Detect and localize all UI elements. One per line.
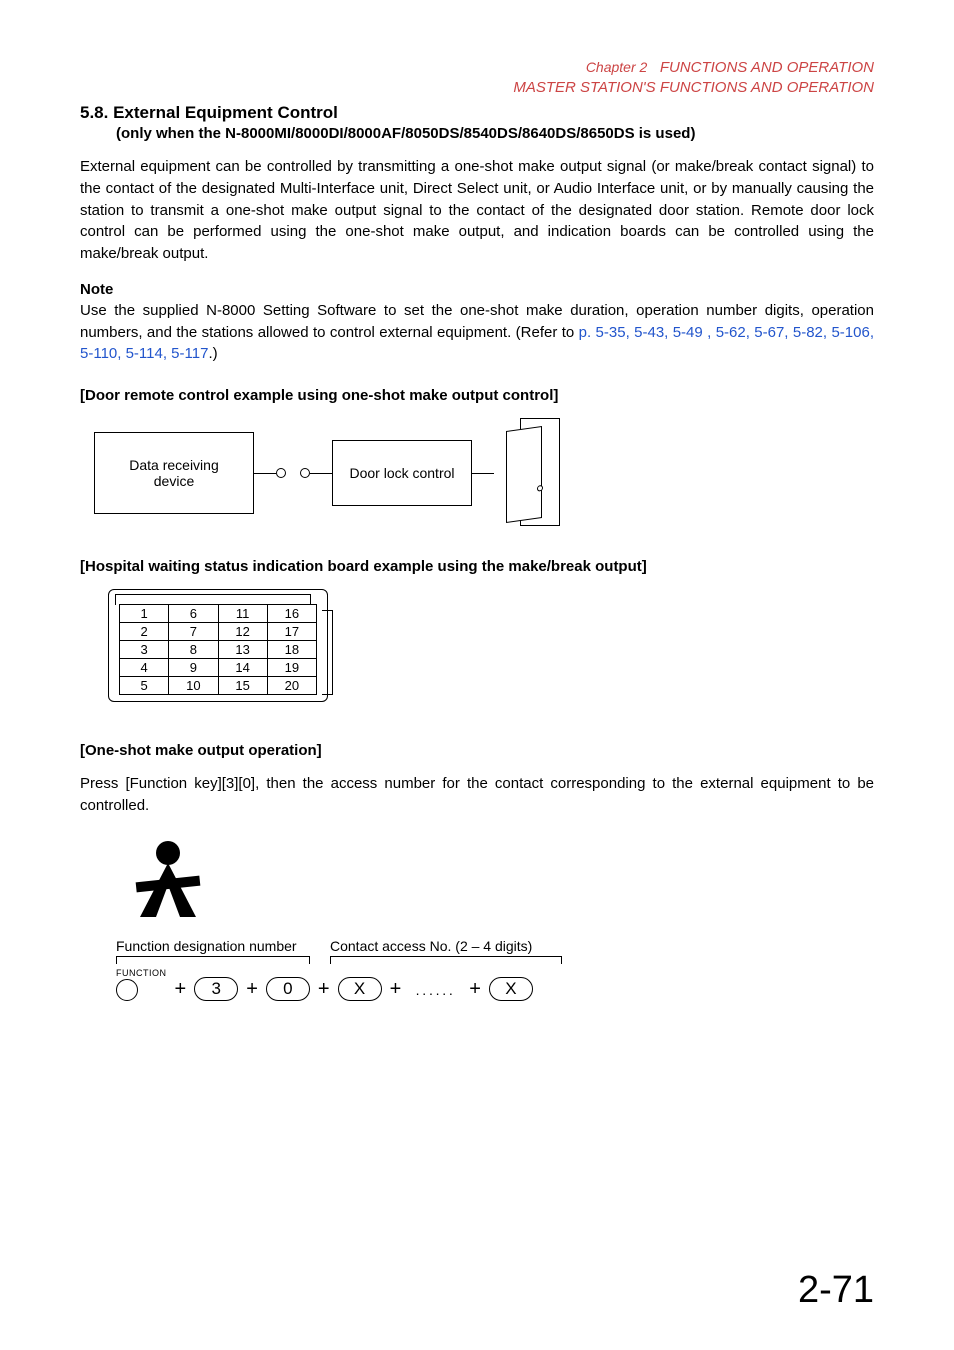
plus-icon: + [467,978,483,1001]
key-x: X [489,977,533,1001]
note-text: Use the supplied N-8000 Setting Software… [80,300,874,365]
section-condition: (only when the N-8000MI/8000DI/8000AF/80… [116,125,874,142]
note-suffix: .) [208,345,217,362]
cell: 20 [267,677,316,695]
subhead-door-remote: [Door remote control example using one-s… [80,387,874,404]
header-subtitle: MASTER STATION'S FUNCTIONS AND OPERATION [80,78,874,98]
function-key-icon [116,979,138,1001]
page-header: Chapter 2 FUNCTIONS AND OPERATION MASTER… [80,58,874,97]
chapter-label: Chapter 2 [586,59,647,75]
cell: 12 [218,623,267,641]
plus-icon: + [388,978,404,1001]
wire [472,473,494,474]
cell: 13 [218,641,267,659]
section-title: 5.8. External Equipment Control [80,103,874,123]
table-row: 1 6 11 16 [120,605,317,623]
cell: 9 [169,659,218,677]
cell: 5 [120,677,169,695]
table-row: 5 10 15 20 [120,677,317,695]
function-designation-label: Function designation number [116,938,310,954]
board-number-table: 1 6 11 16 2 7 12 17 3 8 13 18 4 9 14 1 [119,604,317,695]
door-icon [506,418,566,528]
key-3: 3 [194,977,238,1001]
table-row: 2 7 12 17 [120,623,317,641]
key-x: X [338,977,382,1001]
note-label: Note [80,281,874,298]
table-row: 3 8 13 18 [120,641,317,659]
door-lock-control-box: Door lock control [332,440,472,506]
key-0: 0 [266,977,310,1001]
plus-icon: + [173,978,189,1001]
contact-access-label: Contact access No. (2 – 4 digits) [330,938,562,954]
data-receiving-device-box: Data receiving device [94,432,254,514]
operation-instruction: Press [Function key][3][0], then the acc… [80,773,874,817]
cell: 14 [218,659,267,677]
subhead-hospital-board: [Hospital waiting status indication boar… [80,558,874,575]
cell: 3 [120,641,169,659]
key-sequence: FUNCTION + 3 + 0 + X + ······ + X [116,968,874,1001]
cell: 17 [267,623,316,641]
contact-pair [276,468,310,478]
plus-icon: + [316,978,332,1001]
cell: 15 [218,677,267,695]
terminal-icon [276,468,286,478]
subhead-one-shot-operation: [One-shot make output operation] [80,742,874,759]
ellipsis-icon: ······ [409,985,461,1001]
function-key-label: FUNCTION [116,968,167,978]
table-row: 4 9 14 19 [120,659,317,677]
cell: 6 [169,605,218,623]
cell: 2 [120,623,169,641]
wire [310,473,332,474]
terminal-icon [300,468,310,478]
cell: 7 [169,623,218,641]
cell: 16 [267,605,316,623]
indication-board-diagram: 1 6 11 16 2 7 12 17 3 8 13 18 4 9 14 1 [108,589,348,702]
cell: 10 [169,677,218,695]
cell: 19 [267,659,316,677]
wire [254,473,276,474]
cell: 4 [120,659,169,677]
cell: 11 [218,605,267,623]
cell: 18 [267,641,316,659]
cell: 8 [169,641,218,659]
plus-icon: + [244,978,260,1001]
page-number: 2-71 [798,1269,874,1312]
cell: 1 [120,605,169,623]
person-icon [128,835,874,930]
main-paragraph: External equipment can be controlled by … [80,156,874,265]
chapter-title: FUNCTIONS AND OPERATION [660,59,874,76]
door-remote-diagram: Data receiving device Door lock control [94,418,874,528]
